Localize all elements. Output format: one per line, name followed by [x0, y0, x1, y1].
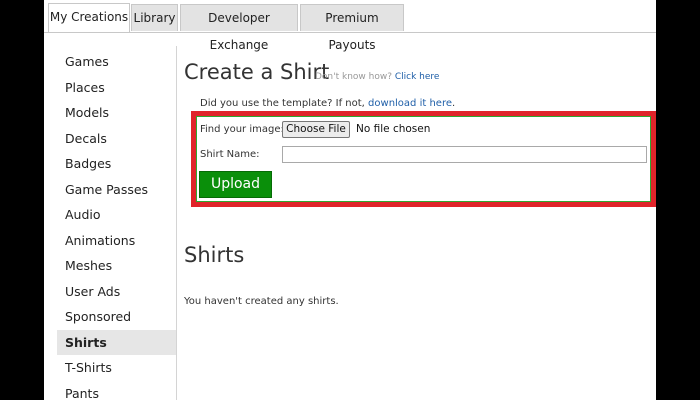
sidebar-item-shirts[interactable]: Shirts — [57, 330, 176, 355]
sidebar-item-places[interactable]: Places — [57, 75, 176, 100]
help-link[interactable]: Click here — [395, 72, 440, 82]
shirt-name-input[interactable] — [282, 146, 647, 163]
no-shirts-message: You haven't created any shirts. — [184, 296, 339, 307]
sidebar-item-game-passes[interactable]: Game Passes — [57, 177, 176, 202]
template-text: Did you use the template? If not, — [200, 98, 365, 109]
help-text: Don't know how? — [315, 72, 392, 82]
sidebar-item-t-shirts[interactable]: T-Shirts — [57, 355, 176, 380]
tab-developer-exchange[interactable]: Developer Exchange — [180, 4, 298, 52]
help-line: Don't know how? Click here — [315, 72, 439, 82]
tab-premium-payouts[interactable]: Premium Payouts — [300, 4, 404, 52]
choose-file-button[interactable]: Choose File — [282, 121, 350, 138]
sidebar-item-pants[interactable]: Pants — [57, 381, 176, 400]
shirt-name-label: Shirt Name: — [200, 149, 260, 160]
shirts-section-title: Shirts — [184, 243, 245, 267]
page-frame: My Creations Library Developer Exchange … — [44, 0, 656, 400]
download-template-link[interactable]: download it here — [368, 98, 452, 109]
template-line: Did you use the template? If not, downlo… — [200, 98, 455, 109]
template-end: . — [452, 98, 456, 109]
sidebar-item-audio[interactable]: Audio — [57, 202, 176, 227]
sidebar-item-models[interactable]: Models — [57, 100, 176, 125]
upload-button[interactable]: Upload — [199, 171, 272, 198]
create-shirt-title: Create a Shirt — [184, 60, 330, 84]
sidebar-item-animations[interactable]: Animations — [57, 228, 176, 253]
no-file-chosen-text: No file chosen — [356, 123, 431, 135]
sidebar-item-games[interactable]: Games — [57, 49, 176, 74]
sidebar-item-badges[interactable]: Badges — [57, 151, 176, 176]
tab-library[interactable]: Library — [131, 4, 178, 31]
top-tab-bar: My Creations Library Developer Exchange … — [44, 0, 656, 52]
sidebar-item-user-ads[interactable]: User Ads — [57, 279, 176, 304]
find-image-label: Find your image: — [200, 124, 284, 135]
sidebar-item-meshes[interactable]: Meshes — [57, 253, 176, 278]
sidebar-item-decals[interactable]: Decals — [57, 126, 176, 151]
tab-my-creations[interactable]: My Creations — [48, 3, 130, 32]
sidebar: Games Places Models Decals Badges Game P… — [57, 46, 177, 400]
sidebar-item-sponsored-games[interactable]: Sponsored Games — [57, 304, 176, 349]
